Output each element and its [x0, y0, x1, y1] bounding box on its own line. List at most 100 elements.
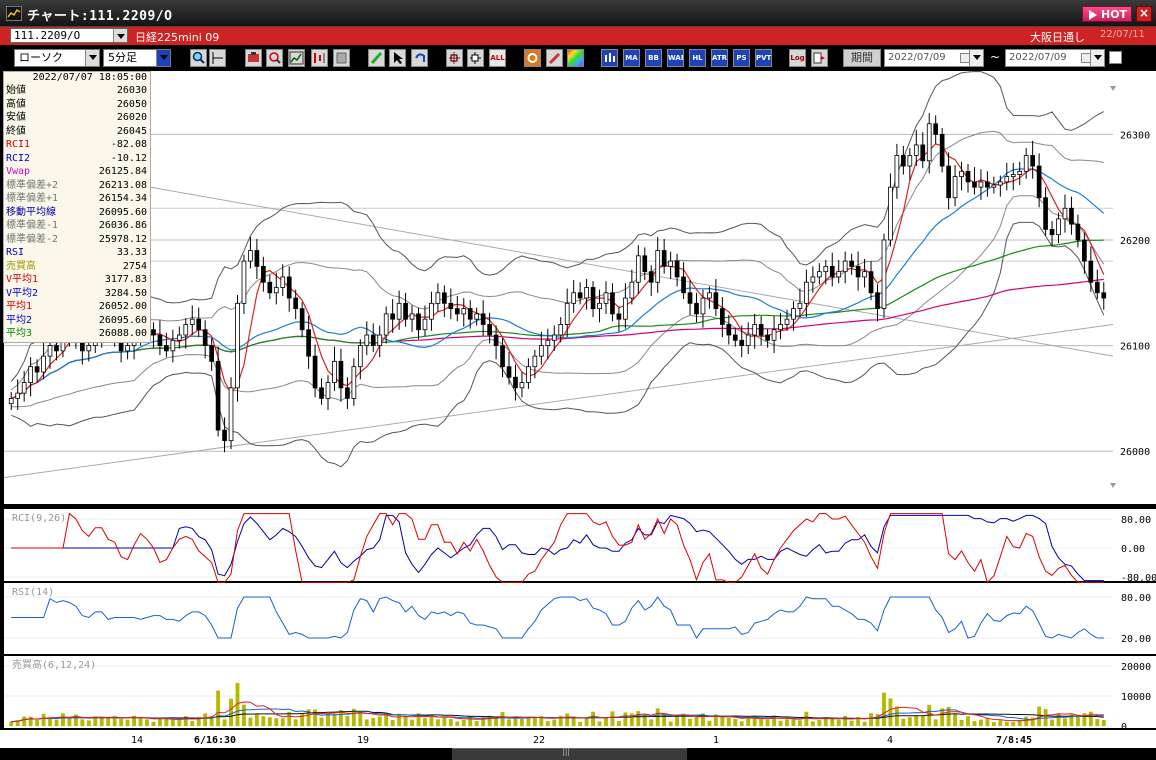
chart-icon[interactable]	[288, 49, 305, 67]
volume-bar	[261, 716, 266, 726]
horizontal-scrollbar[interactable]	[452, 747, 687, 760]
volume-bar	[694, 717, 699, 726]
interval-select[interactable]: 5分足	[103, 49, 171, 67]
all-button[interactable]: ALL	[489, 49, 506, 67]
chart-type-select[interactable]: ローソク	[14, 49, 100, 67]
data-window-label: RSI	[6, 247, 25, 258]
ps-button[interactable]: PS	[733, 49, 750, 67]
data-window-label: 移動平均線	[6, 206, 56, 218]
volume-bar	[778, 720, 783, 726]
zoom-icon[interactable]	[190, 49, 207, 67]
candle-body	[332, 361, 337, 383]
volume-bar	[384, 714, 389, 726]
chevron-down-icon[interactable]	[156, 50, 170, 66]
candle-body	[1082, 239, 1087, 262]
x-tick-label: 6/16:30	[194, 735, 236, 746]
period-button[interactable]: 期間	[843, 49, 881, 67]
candle-body	[791, 308, 796, 320]
chart-area[interactable]: 26300 26200 26100 26000 80.00 0.00 -80.00 RCI(9…	[0, 71, 1156, 760]
volume-bar	[332, 713, 337, 726]
chevron-down-icon[interactable]	[969, 50, 983, 66]
chevron-down-icon[interactable]	[1090, 50, 1104, 66]
hot-button[interactable]: HOT	[1082, 6, 1132, 22]
close-button[interactable]: ×	[1136, 6, 1152, 22]
volume-bar	[474, 721, 479, 726]
candle-body	[758, 324, 764, 336]
data-window-value: 26045	[116, 125, 147, 137]
color-icon[interactable]	[567, 49, 584, 67]
compare-icon[interactable]	[311, 49, 328, 67]
candle-body	[939, 133, 945, 167]
candle-body	[248, 250, 253, 262]
hl-button[interactable]: HL	[689, 49, 706, 67]
chevron-down-icon[interactable]	[85, 50, 99, 66]
volume-bar	[500, 712, 505, 726]
candle-body	[500, 345, 505, 368]
volume-bar	[1095, 719, 1100, 726]
data-window: 2022/07/07 18:05:00 始値 26030 高値 26050 安値 2602…	[3, 71, 151, 343]
candle-body	[1036, 165, 1042, 199]
candle-body	[713, 292, 719, 310]
volume-bar	[435, 719, 440, 726]
data-window-label: 始値	[6, 85, 26, 96]
pvt-button[interactable]: PVT	[755, 49, 772, 67]
export-icon[interactable]	[811, 49, 828, 67]
crosshair-icon[interactable]	[209, 49, 226, 67]
volume-bar	[597, 721, 602, 726]
search-icon[interactable]	[266, 49, 283, 67]
data-window-value: 2754	[122, 260, 147, 272]
bb-button[interactable]: BB	[645, 49, 662, 67]
data-window-row: Vwap 26125.84	[4, 165, 150, 179]
crosshair-black-icon[interactable]	[467, 49, 484, 67]
pointer-icon[interactable]	[389, 49, 406, 67]
date-from-field[interactable]: 2022/07/09	[884, 49, 984, 67]
candle-body	[461, 308, 467, 315]
candle-body	[280, 276, 286, 288]
candle-body	[778, 324, 783, 331]
y-tick-label: 0.00	[1121, 544, 1145, 555]
symbol-combobox[interactable]: 111.2209/O	[10, 28, 128, 43]
window-titlebar: チャート:111.2209/O HOT ×	[0, 0, 1156, 27]
volume-bar	[830, 718, 835, 726]
candle-body	[972, 181, 977, 188]
volume-bar	[882, 692, 886, 726]
volume-bar	[571, 716, 576, 726]
volume-bar	[371, 717, 376, 726]
crosshair-red-icon[interactable]	[446, 49, 463, 67]
chevron-down-icon[interactable]	[113, 29, 127, 42]
volume-bar	[869, 713, 873, 726]
data-window-value: -82.08	[110, 139, 147, 150]
candle-body	[720, 308, 725, 325]
range-checkbox[interactable]	[1109, 51, 1122, 64]
candle-body	[571, 292, 577, 304]
indicator-icon[interactable]	[601, 49, 618, 67]
volume-bar	[565, 713, 570, 726]
data-window-label: 標準偏差+2	[6, 179, 59, 191]
volume-bar	[532, 717, 537, 726]
chart-canvas[interactable]: 26300 26200 26100 26000 80.00 0.00 -80.00 RCI(9…	[0, 71, 1156, 760]
volume-bar	[177, 720, 182, 726]
candle-body	[183, 324, 189, 336]
y-tick-label: 26200	[1120, 236, 1150, 247]
data-window-value: 26036.86	[98, 220, 147, 231]
candle-body	[1075, 223, 1081, 241]
candle-body	[681, 276, 686, 294]
candle-body	[506, 366, 512, 378]
vwap-button[interactable]: WAP	[667, 49, 684, 67]
ma-button[interactable]: MA	[623, 49, 640, 67]
candle-body	[170, 339, 176, 352]
log-button[interactable]: Log	[789, 49, 806, 67]
y-tick-label: 0	[1121, 722, 1127, 733]
print-icon[interactable]	[333, 49, 350, 67]
panel-bg-rci	[4, 509, 1113, 581]
atr-button[interactable]: ATR	[711, 49, 728, 67]
pen-icon[interactable]	[368, 49, 385, 67]
data-window-row: 始値 26030	[4, 84, 150, 98]
candle-body	[603, 292, 609, 304]
undo-icon[interactable]	[411, 49, 428, 67]
brush-icon[interactable]	[546, 49, 563, 67]
candle-body	[176, 334, 182, 341]
order-icon[interactable]	[245, 49, 262, 67]
date-to-field[interactable]: 2022/07/09	[1005, 49, 1105, 67]
settings-icon[interactable]	[524, 49, 541, 67]
